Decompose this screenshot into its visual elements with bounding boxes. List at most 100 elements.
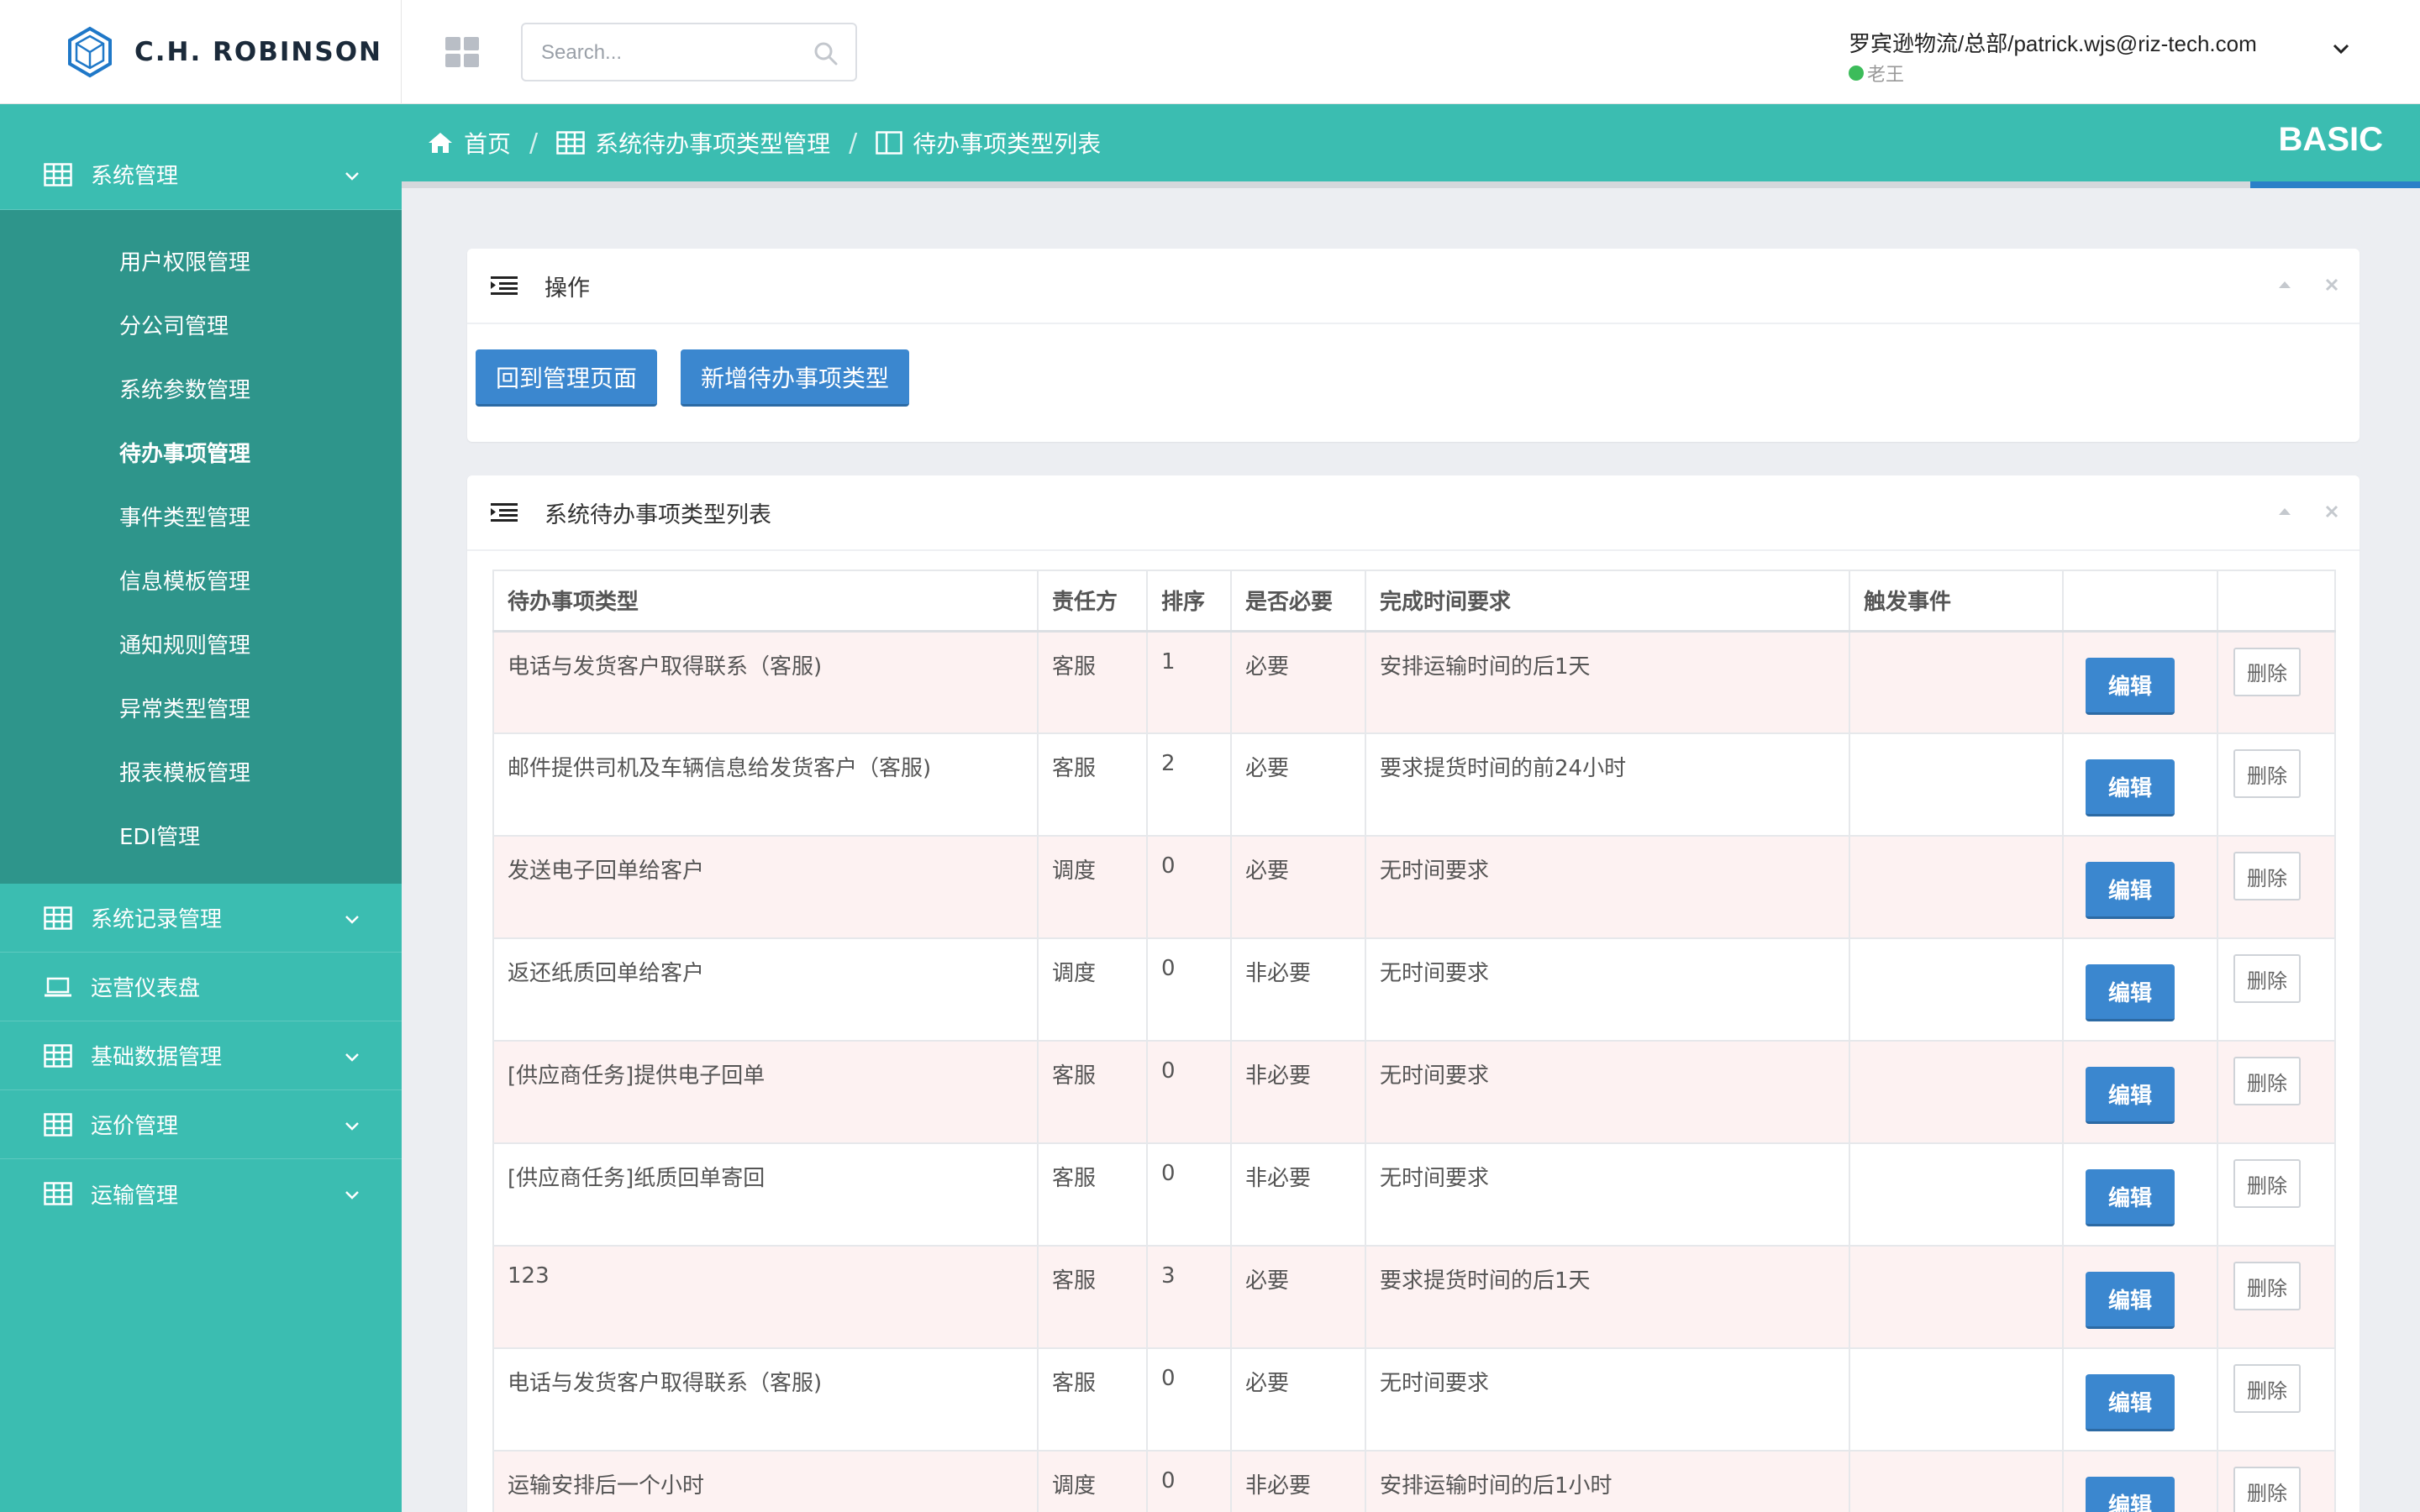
brand-logo[interactable]: C.H. ROBINSON (0, 0, 402, 104)
sidebar-item-event-types[interactable]: 事件类型管理 (0, 484, 402, 548)
breadcrumb-divider (402, 181, 2420, 188)
online-status-icon (1849, 66, 1864, 81)
back-to-admin-button[interactable]: 回到管理页面 (476, 349, 658, 407)
cell-time: 无时间要求 (1365, 937, 1850, 1042)
column-header[interactable]: 待办事项类型 (492, 570, 1039, 633)
collapse-icon[interactable] (2275, 276, 2294, 294)
sidebar-item-todo[interactable]: 待办事项管理 (0, 420, 402, 484)
table-row: 发送电子回单给客户 调度 0 必要 无时间要求 编辑 删除 (492, 835, 2336, 939)
sidebar-group-system-records[interactable]: 系统记录管理 (0, 884, 402, 953)
cell-trigger (1849, 1245, 2064, 1349)
chevron-down-icon (345, 1053, 359, 1062)
sidebar-group-system[interactable]: 系统管理 (0, 139, 402, 210)
cell-time: 无时间要求 (1365, 835, 1850, 939)
delete-button[interactable]: 删除 (2233, 1159, 2301, 1208)
cell-type: 邮件提供司机及车辆信息给发货客户（客服) (492, 732, 1039, 837)
chevron-down-icon (345, 1191, 359, 1200)
sidebar-item-notification-rules[interactable]: 通知规则管理 (0, 612, 402, 675)
sidebar-group-label: 运营仪表盘 (91, 976, 201, 1001)
table-row: 电话与发货客户取得联系（客服) 客服 0 必要 无时间要求 编辑 删除 (492, 1347, 2336, 1452)
sidebar-group-label: 系统记录管理 (91, 907, 223, 932)
sidebar-item-report-templates[interactable]: 报表模板管理 (0, 739, 402, 803)
list-icon (491, 276, 518, 295)
delete-button[interactable]: 删除 (2233, 749, 2301, 798)
edit-button[interactable]: 编辑 (2086, 1169, 2175, 1226)
cell-time: 无时间要求 (1365, 1142, 1850, 1247)
edit-button[interactable]: 编辑 (2086, 1477, 2175, 1512)
breadcrumb-separator: / (849, 128, 858, 158)
cell-required: 非必要 (1230, 937, 1366, 1042)
laptop-icon (45, 977, 71, 996)
cell-time: 安排运输时间的后1天 (1365, 630, 1850, 734)
cell-required: 必要 (1230, 630, 1366, 734)
breadcrumb: 首页 / 系统待办事项类型管理 / 待办事项类型列表 BASIC (402, 104, 2420, 181)
cell-required: 必要 (1230, 835, 1366, 939)
cell-type: 电话与发货客户取得联系（客服) (492, 630, 1039, 734)
hexagon-cube-logo-icon (68, 26, 112, 78)
cell-trigger (1849, 1040, 2064, 1144)
column-header[interactable]: 责任方 (1037, 570, 1148, 633)
close-icon[interactable] (2323, 502, 2341, 521)
sidebar-group-pricing[interactable]: 运价管理 (0, 1090, 402, 1159)
user-menu[interactable]: 罗宾逊物流/总部/patrick.wjs@riz-tech.com 老王 (1849, 27, 2257, 87)
cell-trigger (1849, 732, 2064, 837)
cell-trigger (1849, 1142, 2064, 1247)
table-row: 电话与发货客户取得联系（客服) 客服 1 必要 安排运输时间的后1天 编辑 删除 (492, 630, 2336, 734)
sidebar-group-label: 运输管理 (91, 1183, 179, 1209)
breadcrumb-section[interactable]: 系统待办事项类型管理 (556, 126, 830, 160)
sidebar-item-system-params[interactable]: 系统参数管理 (0, 356, 402, 420)
chevron-down-icon (345, 915, 359, 924)
sidebar-item-exception-types[interactable]: 异常类型管理 (0, 675, 402, 739)
edit-button[interactable]: 编辑 (2086, 1374, 2175, 1431)
cell-type: 123 (492, 1245, 1039, 1349)
sidebar-item-edi[interactable]: EDI管理 (0, 803, 402, 867)
delete-button[interactable]: 删除 (2233, 954, 2301, 1003)
cell-type: 运输安排后一个小时 (492, 1450, 1039, 1512)
search-input[interactable] (541, 34, 810, 71)
cell-order: 0 (1146, 1347, 1232, 1452)
sidebar-group-ops-dashboard[interactable]: 运营仪表盘 (0, 953, 402, 1021)
breadcrumb-home[interactable]: 首页 (427, 126, 511, 160)
cell-type: 发送电子回单给客户 (492, 835, 1039, 939)
delete-button[interactable]: 删除 (2233, 1262, 2301, 1310)
edit-button[interactable]: 编辑 (2086, 657, 2175, 715)
edit-button[interactable]: 编辑 (2086, 759, 2175, 816)
chevron-down-icon[interactable] (2329, 37, 2353, 60)
column-header[interactable]: 排序 (1146, 570, 1232, 633)
sidebar-item-message-templates[interactable]: 信息模板管理 (0, 548, 402, 612)
delete-button[interactable]: 删除 (2233, 1057, 2301, 1105)
cell-time: 无时间要求 (1365, 1347, 1850, 1452)
sidebar-group-transport[interactable]: 运输管理 (0, 1159, 402, 1228)
sidebar-group-master-data[interactable]: 基础数据管理 (0, 1021, 402, 1090)
edit-button[interactable]: 编辑 (2086, 964, 2175, 1021)
sidebar: 系统管理 用户权限管理 分公司管理 系统参数管理 待办事项管理 事件类型管理 信… (0, 104, 402, 1512)
search-icon[interactable] (813, 41, 839, 66)
edit-button[interactable]: 编辑 (2086, 1272, 2175, 1329)
column-header[interactable]: 触发事件 (1849, 570, 2064, 633)
collapse-icon[interactable] (2275, 502, 2294, 521)
cell-owner: 客服 (1037, 630, 1148, 734)
delete-button[interactable]: 删除 (2233, 647, 2301, 696)
top-bar: C.H. ROBINSON 罗宾逊物流/总部/patrick.wjs@riz-t… (0, 0, 2420, 104)
sidebar-item-user-permissions[interactable]: 用户权限管理 (0, 228, 402, 292)
apps-grid-icon[interactable] (445, 37, 479, 67)
delete-button[interactable]: 删除 (2233, 852, 2301, 900)
cell-trigger (1849, 1347, 2064, 1452)
user-account: 罗宾逊物流/总部/patrick.wjs@riz-tech.com (1849, 31, 2257, 56)
delete-button[interactable]: 删除 (2233, 1364, 2301, 1413)
breadcrumb-separator: / (529, 128, 539, 158)
cell-owner: 客服 (1037, 1040, 1148, 1144)
edit-button[interactable]: 编辑 (2086, 1067, 2175, 1124)
table-icon (44, 906, 72, 930)
close-icon[interactable] (2323, 276, 2341, 294)
table-header-row: 待办事项类型 责任方 排序 是否必要 完成时间要求 触发事件 (492, 570, 2336, 633)
column-header[interactable]: 是否必要 (1230, 570, 1366, 633)
delete-button[interactable]: 删除 (2233, 1467, 2301, 1512)
add-todo-type-button[interactable]: 新增待办事项类型 (681, 349, 910, 407)
cell-trigger (1849, 630, 2064, 734)
sidebar-item-branches[interactable]: 分公司管理 (0, 292, 402, 356)
cell-owner: 客服 (1037, 732, 1148, 837)
edit-button[interactable]: 编辑 (2086, 862, 2175, 919)
column-header[interactable]: 完成时间要求 (1365, 570, 1850, 633)
search-box (521, 23, 857, 81)
